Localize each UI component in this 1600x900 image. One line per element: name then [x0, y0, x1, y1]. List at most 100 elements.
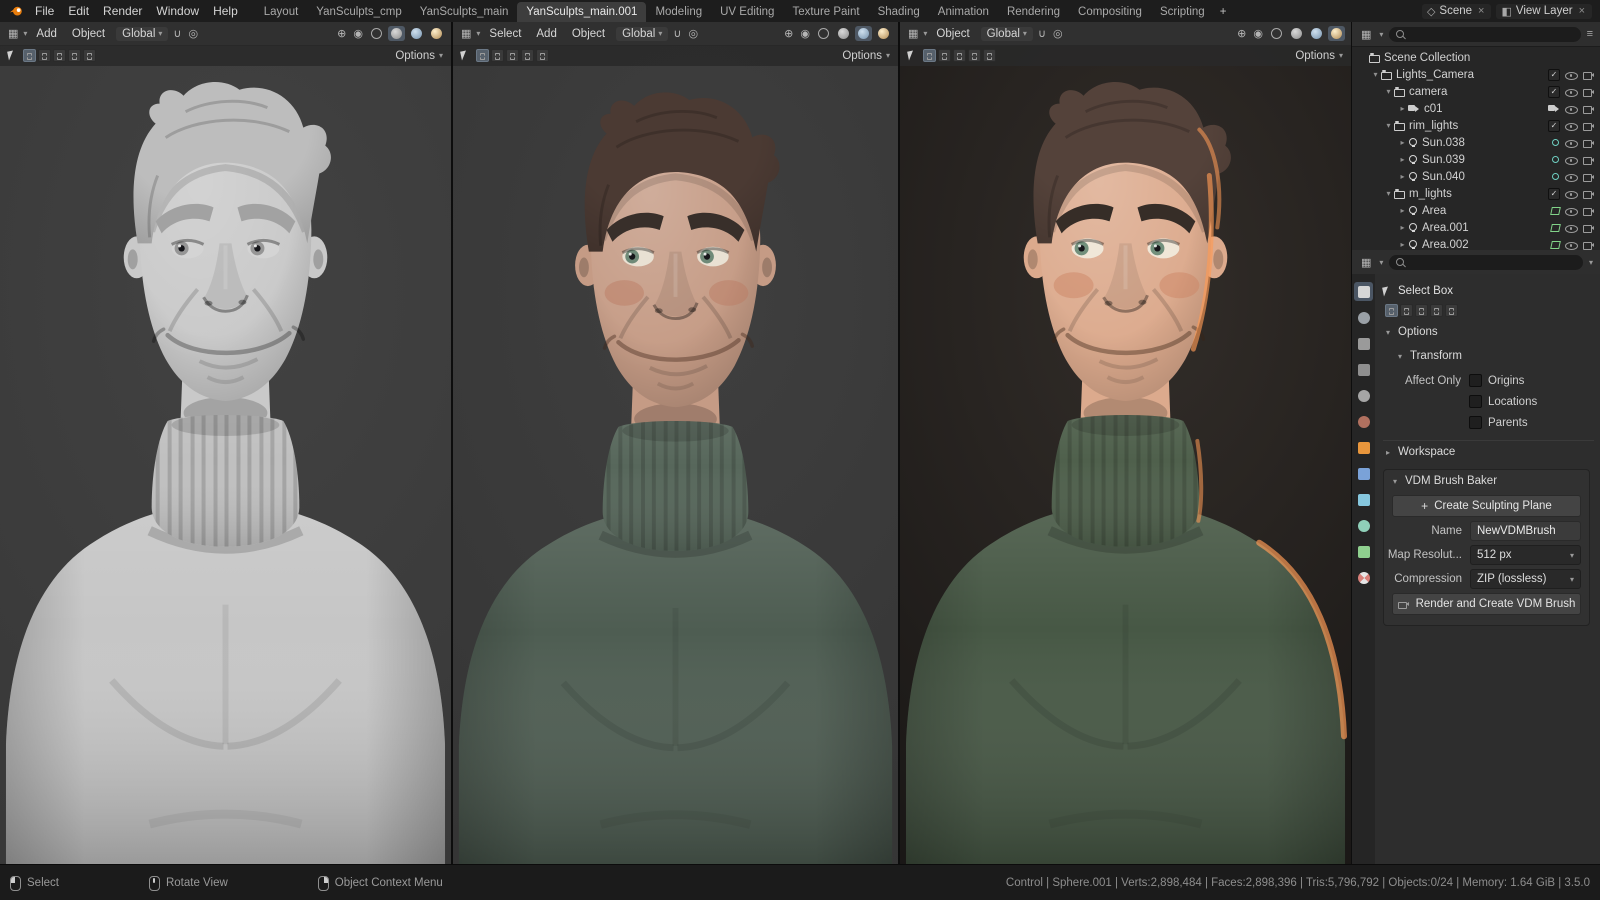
- select-mode-new[interactable]: [476, 49, 489, 62]
- shading-wireframe-icon[interactable]: [1268, 26, 1285, 41]
- checkbox-box[interactable]: [1469, 374, 1482, 387]
- overlays-icon[interactable]: ◉: [351, 27, 365, 40]
- hide-eye-icon[interactable]: [1565, 223, 1578, 233]
- menu-object[interactable]: Object: [566, 26, 611, 42]
- disable-in-render-icon[interactable]: [1583, 223, 1595, 232]
- shading-rendered-icon[interactable]: [428, 26, 445, 41]
- editor-type-icon[interactable]: ▦: [1359, 256, 1373, 269]
- select-mode-extend[interactable]: [1400, 304, 1413, 317]
- viewport-solid[interactable]: ▦ ▾ Add Object Global ▾ ∪ ◎ ⊕ ◉: [0, 22, 453, 864]
- select-mode-new[interactable]: [1385, 304, 1398, 317]
- tab-render[interactable]: [1354, 308, 1373, 327]
- options-panel-header[interactable]: ▾ Options: [1383, 321, 1594, 343]
- tab-world[interactable]: [1354, 412, 1373, 431]
- disclosure-closed-icon[interactable]: ▸: [1397, 172, 1408, 181]
- blender-logo-icon[interactable]: [8, 4, 24, 18]
- editor-type-icon[interactable]: ▦: [906, 27, 920, 40]
- tab-particles[interactable]: [1354, 490, 1373, 509]
- shading-wireframe-icon[interactable]: [368, 26, 385, 41]
- parents-checkbox[interactable]: Parents: [1469, 416, 1588, 429]
- select-mode-intersect[interactable]: [1445, 304, 1458, 317]
- hide-eye-icon[interactable]: [1565, 172, 1578, 182]
- select-mode-subtract[interactable]: [53, 49, 66, 62]
- snap-magnet-icon[interactable]: ∪: [671, 27, 683, 40]
- scene-selector[interactable]: ◇ Scene ×: [1422, 4, 1492, 19]
- tab-view-layer[interactable]: [1354, 360, 1373, 379]
- select-mode-extend[interactable]: [38, 49, 51, 62]
- menu-render[interactable]: Render: [96, 2, 149, 20]
- tab-texture-paint[interactable]: Texture Paint: [783, 2, 868, 22]
- workspace-panel-header[interactable]: ▸ Workspace: [1383, 440, 1594, 463]
- viewport-rendered[interactable]: ▦ ▾ Object Global ▾ ∪ ◎ ⊕ ◉: [900, 22, 1353, 864]
- editor-type-icon[interactable]: ▦: [6, 27, 20, 40]
- origins-checkbox[interactable]: Origins: [1469, 374, 1588, 387]
- select-mode-extend[interactable]: [491, 49, 504, 62]
- gizmo-icon[interactable]: ⊕: [335, 27, 348, 40]
- transform-orientation-dropdown[interactable]: Global ▾: [981, 27, 1033, 41]
- select-mode-invert[interactable]: [1430, 304, 1443, 317]
- outliner-search-input[interactable]: [1389, 27, 1580, 42]
- shading-wireframe-icon[interactable]: [815, 26, 832, 41]
- tab-object[interactable]: [1354, 438, 1373, 457]
- disclosure-closed-icon[interactable]: ▸: [1397, 155, 1408, 164]
- hide-eye-icon[interactable]: [1565, 138, 1578, 148]
- disable-in-render-icon[interactable]: [1583, 87, 1595, 96]
- overlays-icon[interactable]: ◉: [798, 27, 812, 40]
- menu-object[interactable]: Object: [66, 26, 111, 42]
- menu-edit[interactable]: Edit: [61, 2, 96, 20]
- tab-output[interactable]: [1354, 334, 1373, 353]
- menu-select[interactable]: Select: [483, 26, 527, 42]
- shading-solid-icon[interactable]: [835, 26, 852, 41]
- menu-add[interactable]: Add: [530, 26, 562, 42]
- hide-eye-icon[interactable]: [1565, 70, 1578, 80]
- properties-search-input[interactable]: [1389, 255, 1583, 270]
- active-tool-row[interactable]: Select Box: [1383, 280, 1594, 302]
- disable-in-render-icon[interactable]: [1583, 121, 1595, 130]
- tab-animation[interactable]: Animation: [929, 2, 998, 22]
- options-dropdown[interactable]: Options ▾: [395, 50, 443, 62]
- select-mode-subtract[interactable]: [1415, 304, 1428, 317]
- shading-material-icon[interactable]: [855, 26, 872, 41]
- disclosure-closed-icon[interactable]: ▸: [1397, 104, 1408, 113]
- view-layer-remove-icon[interactable]: ×: [1577, 5, 1587, 17]
- proportional-edit-icon[interactable]: ◎: [1051, 27, 1065, 40]
- tab-compositing[interactable]: Compositing: [1069, 2, 1151, 22]
- tab-modeling[interactable]: Modeling: [646, 2, 711, 22]
- view-layer-selector[interactable]: ◧ View Layer ×: [1496, 4, 1592, 19]
- hide-eye-icon[interactable]: [1565, 121, 1578, 131]
- tab-scene[interactable]: [1354, 386, 1373, 405]
- hide-eye-icon[interactable]: [1565, 206, 1578, 216]
- menu-file[interactable]: File: [28, 2, 61, 20]
- collection-checkbox[interactable]: ✓: [1548, 86, 1560, 98]
- outliner-row-m-lights[interactable]: ▾ m_lights ✓: [1352, 185, 1600, 202]
- tab-tool[interactable]: [1354, 282, 1373, 301]
- select-mode-subtract[interactable]: [953, 49, 966, 62]
- menu-window[interactable]: Window: [149, 2, 206, 20]
- disable-in-render-icon[interactable]: [1583, 138, 1595, 147]
- outliner-row-rim-lights[interactable]: ▾ rim_lights ✓: [1352, 117, 1600, 134]
- compression-dropdown[interactable]: ZIP (lossless) ▾: [1470, 569, 1581, 589]
- locations-checkbox[interactable]: Locations: [1469, 395, 1588, 408]
- outliner-row-c01[interactable]: ▸ c01: [1352, 100, 1600, 117]
- collection-checkbox[interactable]: ✓: [1548, 120, 1560, 132]
- shading-material-icon[interactable]: [408, 26, 425, 41]
- disclosure-closed-icon[interactable]: ▸: [1397, 240, 1408, 249]
- tab-scripting[interactable]: Scripting: [1151, 2, 1214, 22]
- disable-in-render-icon[interactable]: [1583, 104, 1595, 113]
- shading-rendered-icon[interactable]: [1328, 26, 1345, 41]
- hide-eye-icon[interactable]: [1565, 155, 1578, 165]
- select-mode-intersect[interactable]: [83, 49, 96, 62]
- disable-in-render-icon[interactable]: [1583, 189, 1595, 198]
- map-resolution-dropdown[interactable]: 512 px ▾: [1470, 545, 1581, 565]
- gizmo-icon[interactable]: ⊕: [782, 27, 795, 40]
- disclosure-open-icon[interactable]: ▾: [1383, 189, 1394, 198]
- disclosure-open-icon[interactable]: ▾: [1383, 87, 1394, 96]
- tab-material[interactable]: [1354, 568, 1373, 587]
- disclosure-open-icon[interactable]: ▾: [1370, 70, 1381, 79]
- tab-shading[interactable]: Shading: [869, 2, 929, 22]
- select-mode-invert[interactable]: [521, 49, 534, 62]
- outliner-row-lights-camera[interactable]: ▾ Lights_Camera ✓: [1352, 66, 1600, 83]
- menu-help[interactable]: Help: [206, 2, 245, 20]
- render-create-vdm-button[interactable]: Render and Create VDM Brush: [1392, 593, 1581, 615]
- disable-in-render-icon[interactable]: [1583, 206, 1595, 215]
